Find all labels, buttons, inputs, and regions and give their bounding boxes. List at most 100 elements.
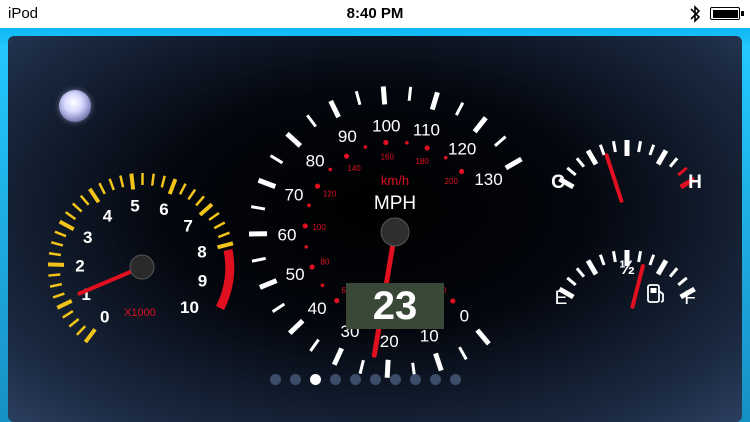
tachometer-tick xyxy=(48,273,61,277)
page-dot[interactable] xyxy=(370,374,381,385)
tachometer-tick xyxy=(62,310,74,319)
speedometer-mph-label: 60 xyxy=(278,225,297,244)
page-dot[interactable] xyxy=(330,374,341,385)
tachometer-tick xyxy=(76,325,87,336)
speedometer-kmh-dot xyxy=(443,155,448,160)
speedometer: 0102030405060708090100110120130 02040608… xyxy=(248,86,523,378)
temperature-tick xyxy=(648,144,656,156)
tachometer-tick xyxy=(98,182,106,195)
temperature-tick xyxy=(677,166,688,177)
speedometer-mph-tick xyxy=(475,328,491,346)
page-dot[interactable] xyxy=(290,374,301,385)
page-dot[interactable] xyxy=(450,374,461,385)
tachometer-tick xyxy=(68,318,80,328)
fuel-tick xyxy=(668,267,679,278)
speedometer-kmh-dot xyxy=(302,223,308,229)
battery-icon xyxy=(710,7,744,20)
speedometer-kmh-label: 120 xyxy=(323,189,337,198)
speedometer-mph-tick xyxy=(472,116,488,134)
speedometer-hub xyxy=(380,217,410,247)
speedometer-mph-tick xyxy=(285,131,303,148)
speedometer-kmh-dot xyxy=(334,298,340,304)
speedometer-kmh-label: 160 xyxy=(381,152,395,161)
tachometer-tick xyxy=(195,195,205,207)
page-dot[interactable] xyxy=(430,374,441,385)
speedometer-mph-label: 100 xyxy=(372,116,400,135)
page-dot[interactable] xyxy=(350,374,361,385)
page-dot[interactable] xyxy=(410,374,421,385)
speedometer-mph-label: 90 xyxy=(338,127,357,146)
tachometer-tick xyxy=(52,292,65,299)
tachometer-tick xyxy=(50,241,64,247)
speedometer-mph-tick xyxy=(407,86,413,101)
speedometer-mph-label: 40 xyxy=(308,299,327,318)
speedometer-kmh-dot xyxy=(307,203,311,208)
speedometer-mph-label: 80 xyxy=(306,151,325,170)
tachometer-tick xyxy=(217,231,230,239)
temperature-gauge: C H xyxy=(551,140,702,203)
temperature-tick xyxy=(637,140,643,153)
speedometer-mph-tick xyxy=(331,347,344,366)
page-dot[interactable] xyxy=(270,374,281,385)
temperature-hot-label: H xyxy=(688,172,702,193)
speedometer-mph-tick xyxy=(455,102,465,116)
fuel-tick xyxy=(566,276,577,287)
fuel-tick xyxy=(585,259,599,276)
tachometer-tick xyxy=(64,211,77,221)
tachometer-tick xyxy=(167,178,178,195)
tachometer-tick xyxy=(49,282,63,288)
tachometer-label: 0 xyxy=(100,308,109,327)
tachometer-label: 2 xyxy=(75,256,84,275)
tachometer-tick xyxy=(108,178,115,191)
speedometer-kmh-label: 200 xyxy=(445,177,459,186)
fuel-tick xyxy=(677,276,688,287)
tachometer-tick xyxy=(160,175,166,188)
speedometer-mph-label: 120 xyxy=(448,139,476,158)
speedometer-kmh-dot xyxy=(458,168,465,175)
speedometer-kmh-label: 100 xyxy=(312,223,326,232)
speedometer-kmh-dot xyxy=(314,183,321,189)
speedometer-kmh-dot xyxy=(450,298,456,304)
speedometer-mph-tick xyxy=(251,256,266,263)
temperature-needle xyxy=(604,153,624,203)
temperature-tick xyxy=(585,149,599,166)
speedometer-kmh-dot xyxy=(363,145,368,149)
temperature-cold-label: C xyxy=(551,172,565,193)
temperature-tick xyxy=(598,144,606,156)
temperature-tick xyxy=(668,157,679,168)
tachometer-label: 4 xyxy=(103,206,113,225)
speedometer-kmh-dot xyxy=(328,167,333,172)
speedometer-kmh-dot xyxy=(309,264,315,270)
speedometer-mph-label: 20 xyxy=(380,332,399,351)
speedometer-mph-tick xyxy=(458,346,468,361)
tachometer-tick xyxy=(58,219,75,232)
mph-unit-label: MPH xyxy=(374,193,416,214)
speedometer-mph-tick xyxy=(433,352,444,372)
tachometer-tick xyxy=(56,299,73,310)
speedometer-mph-tick xyxy=(358,359,365,375)
tachometer-tick xyxy=(129,173,136,190)
speedometer-mph-tick xyxy=(258,278,278,290)
speedometer-mph-tick xyxy=(380,86,388,105)
page-indicator[interactable] xyxy=(270,374,461,385)
speedometer-kmh-label: 80 xyxy=(321,258,330,267)
digital-speed-display: 23 xyxy=(346,283,444,329)
speedometer-kmh-dot xyxy=(320,283,325,288)
fuel-half-label: ½ xyxy=(619,258,635,279)
speedometer-mph-tick xyxy=(257,177,277,189)
fuel-gauge: E ½ F xyxy=(555,250,696,309)
tachometer-hub xyxy=(129,254,155,280)
speedometer-mph-tick xyxy=(287,318,305,335)
speedometer-mph-tick xyxy=(429,91,440,111)
tachometer-label: 6 xyxy=(159,200,168,219)
status-bar: iPod 8:40 PM xyxy=(0,0,750,28)
fuel-empty-label: E xyxy=(555,288,568,309)
tachometer-label: 3 xyxy=(83,228,92,247)
speedometer-mph-tick xyxy=(493,135,507,147)
fuel-tick xyxy=(575,267,586,278)
page-dot[interactable] xyxy=(390,374,401,385)
speedometer-mph-tick xyxy=(504,156,523,171)
tachometer-tick xyxy=(48,251,62,257)
tachometer-tick xyxy=(88,187,101,204)
page-dot-active[interactable] xyxy=(310,374,321,385)
